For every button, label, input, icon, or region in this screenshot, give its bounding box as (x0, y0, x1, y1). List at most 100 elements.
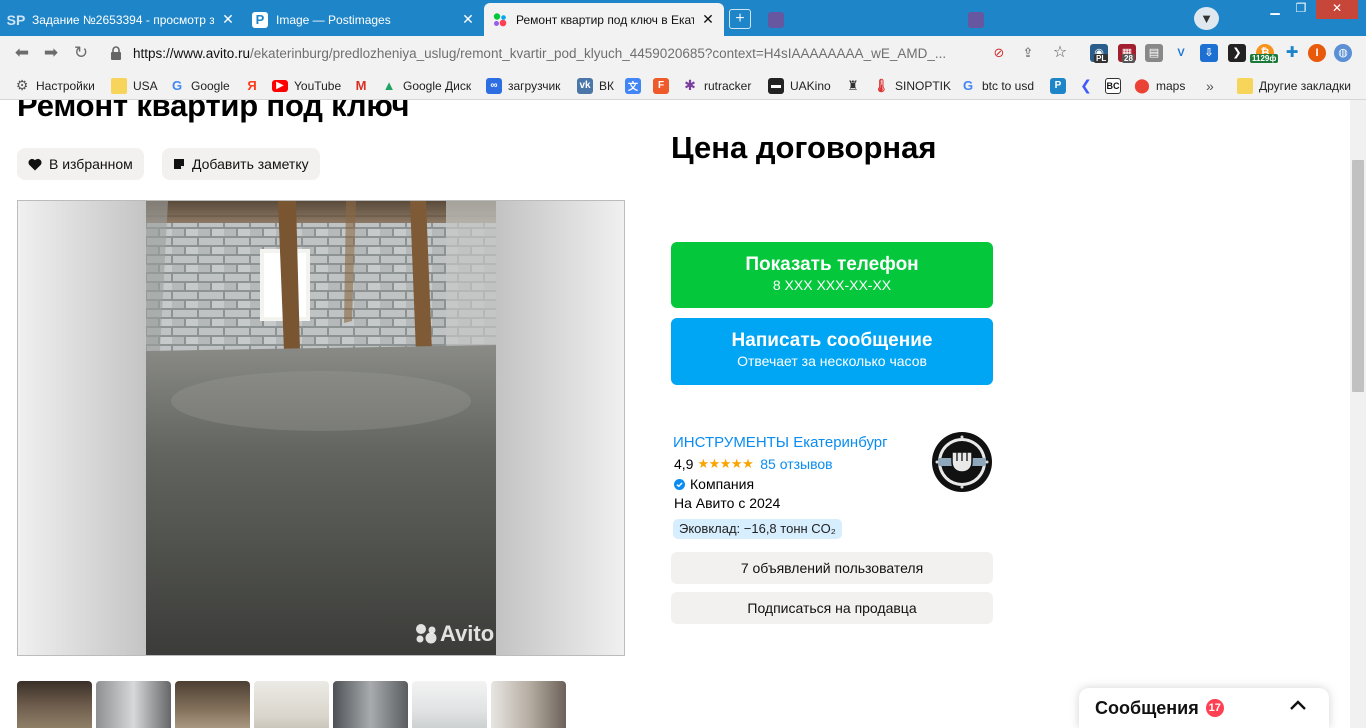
lock-icon[interactable] (110, 46, 122, 60)
bookmark-youtube[interactable]: ▶ YouTube (272, 77, 341, 94)
bookmark-bc[interactable]: BC (1105, 77, 1127, 94)
scrollbar-thumb[interactable] (1352, 160, 1364, 392)
bookmark-downloader[interactable]: ∞ загрузчик (486, 77, 560, 94)
bookmark-maps[interactable]: ⬤ maps (1134, 77, 1185, 94)
page-scrollbar[interactable] (1350, 100, 1366, 728)
avito-icon (492, 12, 508, 28)
close-icon[interactable]: ✕ (460, 11, 476, 28)
tab-avito-active[interactable]: Ремонт квартир под ключ в Екате ✕ (484, 3, 724, 36)
folder-icon (1237, 77, 1253, 94)
bookmark-bottle[interactable]: ♜ (845, 77, 867, 94)
bookmark-other[interactable]: Другие закладки (1237, 77, 1351, 94)
tab-postimages[interactable]: P Image — Postimages ✕ (244, 3, 484, 36)
arrow-bookmark-icon: ❮ (1080, 77, 1092, 93)
forward-arrow-icon[interactable]: ➡ (40, 44, 62, 62)
bookmark-arrow[interactable]: ❮ (1078, 77, 1100, 94)
close-icon[interactable]: ✕ (700, 11, 716, 28)
more-bookmarks-icon[interactable]: » (1206, 77, 1214, 94)
gallery-thumbnail[interactable] (254, 681, 329, 728)
minimize-button[interactable]: ▁ (1262, 0, 1288, 19)
bookmark-f[interactable]: F (653, 77, 675, 94)
back-arrow-icon[interactable]: ⬅ (11, 44, 33, 62)
gallery-thumbnail[interactable] (96, 681, 171, 728)
tab-background[interactable] (760, 3, 960, 36)
price: Цена договорная (671, 130, 937, 165)
bottle-icon: ♜ (847, 77, 859, 93)
puzzle-icon[interactable]: ✚ (1283, 44, 1301, 62)
subscribe-seller-button[interactable]: Подписаться на продавца (671, 592, 993, 624)
close-icon[interactable]: ✕ (220, 11, 236, 28)
bookmark-google[interactable]: G Google (169, 77, 230, 94)
seller-rating: 4,9 ★★★★★ 85 отзывов (674, 456, 833, 472)
maximize-button[interactable]: ❐ (1288, 0, 1314, 19)
p-bookmark-icon: P (1050, 77, 1066, 94)
gear-icon: ⚙ (15, 77, 29, 93)
new-tab-button[interactable]: + (729, 9, 751, 29)
seller-since: На Авито с 2024 (674, 495, 781, 511)
tshirt-icon[interactable]: ▼ (1194, 7, 1219, 30)
share-icon[interactable]: ⇪ (1019, 44, 1037, 62)
terminal-extension-icon[interactable]: ❯ (1228, 44, 1246, 62)
avito-logo-icon (416, 624, 437, 644)
translate-icon: 文 (625, 77, 641, 94)
tab-background[interactable] (960, 3, 1110, 36)
rutracker-icon: ✱ (684, 77, 696, 93)
tab-title: Image — Postimages (276, 12, 391, 27)
chevron-up-icon[interactable] (1289, 699, 1307, 711)
photo-gallery[interactable]: Avito (17, 200, 625, 656)
bookmark-p[interactable]: P (1050, 77, 1072, 94)
calendar-extension-icon[interactable]: ▦ 28 (1118, 44, 1136, 63)
reload-icon[interactable]: ↻ (70, 44, 92, 62)
add-note-label: Добавить заметку (192, 156, 309, 172)
main-photo[interactable] (146, 201, 496, 656)
user-listings-button[interactable]: 7 объявлений пользователя (671, 552, 993, 584)
gallery-thumbnail[interactable] (412, 681, 487, 728)
bookmark-settings[interactable]: ⚙ Настройки (14, 77, 95, 94)
v-extension-icon[interactable]: V (1172, 44, 1190, 62)
coin-extension-icon[interactable]: ₿ 1129ф (1250, 44, 1279, 63)
pl-extension-icon[interactable]: ◉ PL (1090, 44, 1109, 63)
seller-avatar[interactable] (932, 432, 992, 492)
tab-sp-task[interactable]: SP Задание №2653394 - просмотр з ✕ (0, 3, 244, 36)
heart-icon (28, 158, 42, 170)
bookmark-google-drive[interactable]: ▲ Google Диск (381, 77, 472, 94)
gallery-thumbnail[interactable] (333, 681, 408, 728)
close-window-button[interactable]: ✕ (1316, 0, 1358, 19)
seller-type: Компания (674, 476, 754, 492)
bookmark-usa[interactable]: USA (111, 77, 158, 94)
eco-contribution-badge[interactable]: Эковклад: −16,8 тонн CO₂ (673, 519, 842, 539)
reviews-link[interactable]: 85 отзывов (760, 456, 832, 472)
postimages-icon: P (252, 11, 268, 28)
google-icon: G (962, 78, 974, 93)
fist-logo-icon (933, 433, 991, 491)
rating-value: 4,9 (674, 456, 694, 472)
bookmark-uakino[interactable]: ▬ UAKino (768, 77, 831, 94)
seller-name-link[interactable]: ИНСТРУМЕНТЫ Екатеринбург (673, 434, 888, 451)
globe-extension-icon[interactable]: ◍ (1334, 44, 1352, 62)
address-bar[interactable]: https://www.avito.ru/ekaterinburg/predlo… (133, 46, 973, 61)
bookmark-vk[interactable]: vk ВК (577, 77, 614, 94)
thermometer-icon: 🌡 (872, 77, 890, 93)
favorite-button[interactable]: В избранном (17, 148, 144, 180)
messenger-widget[interactable]: Сообщения 17 (1079, 688, 1329, 728)
show-phone-button[interactable]: Показать телефон 8 XXX XXX-XX-XX (671, 242, 993, 308)
gallery-thumbnail[interactable] (491, 681, 566, 728)
briefcase-extension-icon[interactable]: ▤ (1145, 44, 1163, 62)
bookmark-yandex[interactable]: Я (244, 77, 266, 94)
gallery-thumbnail[interactable] (17, 681, 92, 728)
bookmark-rutracker[interactable]: ✱ rutracker (682, 77, 751, 94)
bookmark-gmail[interactable]: M (353, 77, 375, 94)
profile-avatar-icon[interactable]: I (1308, 44, 1326, 62)
bookmark-star-icon[interactable]: ☆ (1051, 44, 1069, 62)
bookmark-btc-to-usd[interactable]: Gbtc to usd (960, 77, 1034, 94)
tab-strip: SP Задание №2653394 - просмотр з ✕ P Ima… (0, 0, 1366, 36)
add-note-button[interactable]: Добавить заметку (162, 148, 320, 180)
download-extension-icon[interactable]: ⇩ (1200, 44, 1218, 62)
bookmark-sinoptik[interactable]: 🌡 SINOPTIK (873, 77, 951, 94)
gallery-thumbnail[interactable] (175, 681, 250, 728)
film-icon: ▬ (768, 77, 784, 94)
write-message-button[interactable]: Написать сообщение Отвечает за несколько… (671, 318, 993, 385)
bookmark-translate[interactable]: 文 (625, 77, 647, 94)
blocked-icon[interactable]: ⊘ (990, 44, 1008, 62)
unread-count-badge: 17 (1205, 699, 1224, 717)
